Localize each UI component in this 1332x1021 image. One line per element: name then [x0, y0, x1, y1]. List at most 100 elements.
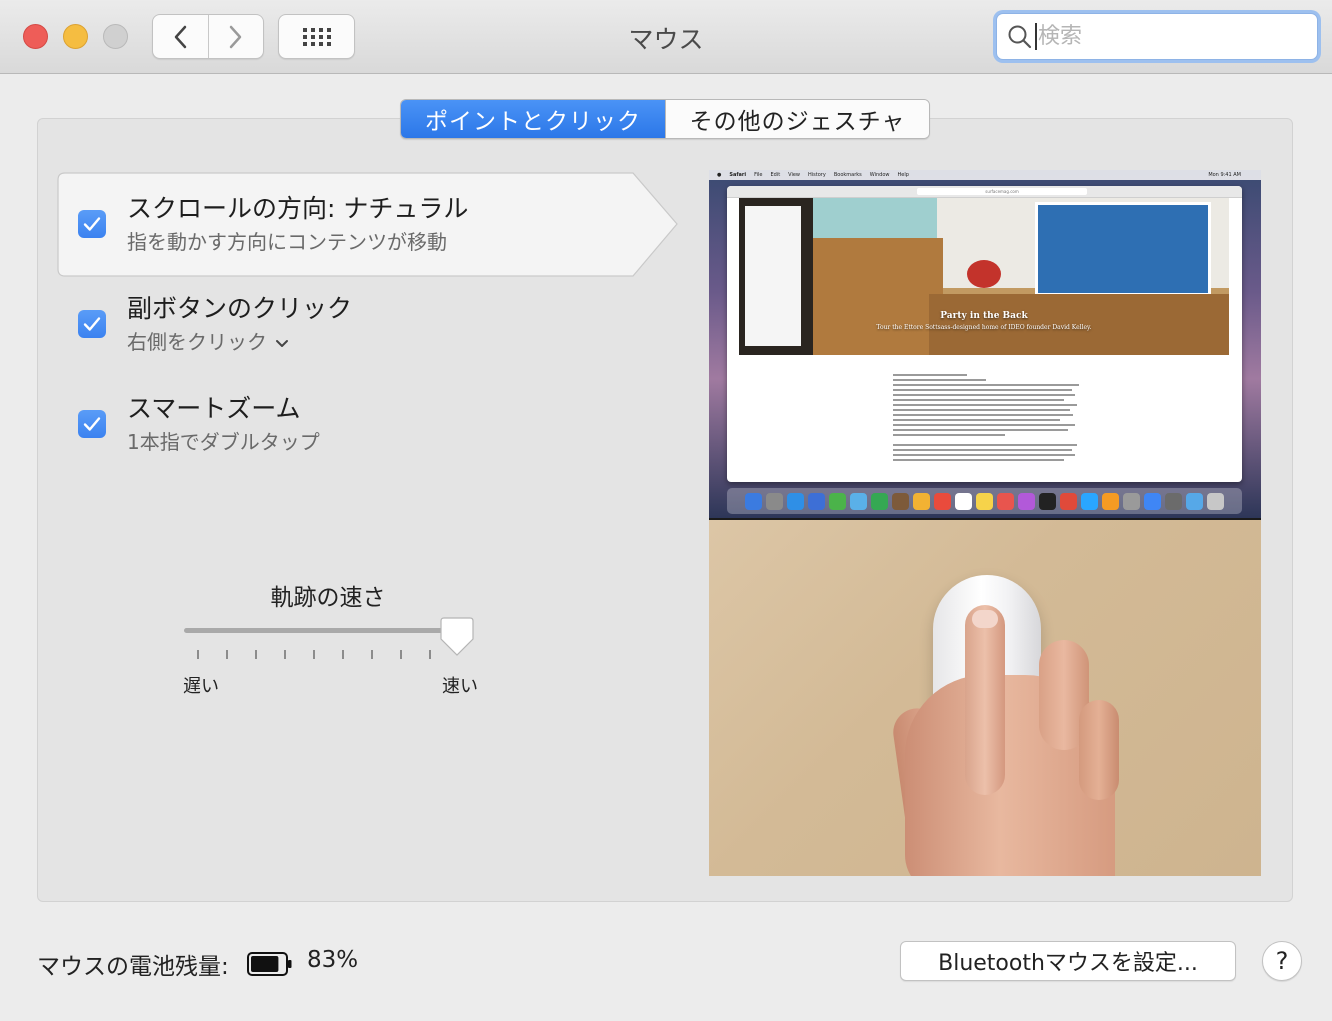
setup-bluetooth-mouse-button[interactable]: Bluetoothマウスを設定...: [900, 941, 1236, 981]
text-line: [893, 434, 1005, 436]
text-line: [893, 389, 1072, 391]
preview-headline: Party in the Back: [940, 311, 1028, 321]
text-line: [893, 379, 986, 381]
dock-app-icon: [1186, 492, 1203, 510]
dock-app-icon: [850, 492, 867, 510]
search-input[interactable]: [1038, 18, 1308, 54]
text-line: [893, 399, 1065, 401]
menubar-clock: Mon 9:41 AM: [1208, 172, 1241, 178]
text-line: [893, 384, 1079, 386]
menubar-item: View: [788, 172, 801, 178]
secondary-click-value: 右側をクリック: [127, 330, 267, 354]
search-box: [996, 13, 1318, 60]
title-bar: マウス: [0, 0, 1332, 74]
text-line: [893, 394, 1076, 396]
smart-zoom-checkbox[interactable]: [78, 410, 106, 438]
preview-dock: [727, 488, 1242, 514]
secondary-click-title: 副ボタンのクリック: [127, 294, 353, 323]
dock-app-icon: [1207, 492, 1224, 510]
menubar-item: Safari: [729, 172, 747, 178]
preview-hero-image: Party in the Back Tour the Ettore Sottsa…: [739, 198, 1229, 355]
menubar-item: History: [808, 172, 826, 178]
selection-bubble: [57, 172, 678, 277]
dock-app-icon: [808, 492, 825, 510]
dock-app-icon: [871, 492, 888, 510]
text-line: [893, 459, 1065, 461]
text-line: [893, 404, 1078, 406]
slider-tick: [342, 650, 344, 659]
scroll-direction-subtitle: 指を動かす方向にコンテンツが移動: [127, 230, 447, 254]
dock-app-icon: [1081, 492, 1098, 510]
close-window-button[interactable]: [23, 24, 48, 49]
dock-app-icon: [1144, 492, 1161, 510]
scroll-direction-title: スクロールの方向: ナチュラル: [127, 194, 469, 223]
tab-more-gestures[interactable]: その他のジェスチャ: [665, 100, 929, 138]
menubar-item: Bookmarks: [833, 172, 862, 178]
text-line: [893, 424, 1076, 426]
slider-max-label: 速い: [442, 676, 478, 697]
chevron-left-icon: [175, 25, 187, 48]
preview-browser-toolbar: surfacemag.com: [727, 186, 1242, 198]
scroll-direction-checkbox[interactable]: [78, 210, 106, 238]
preview-subheadline: Tour the Ettore Sottsass-designed home o…: [876, 324, 1092, 331]
option-scroll-direction[interactable]: スクロールの方向: ナチュラル 指を動かす方向にコンテンツが移動: [57, 172, 678, 277]
dock-app-icon: [913, 492, 930, 510]
text-line: [893, 409, 1070, 411]
gesture-preview-video: ● Safari File Edit View History Bookmark…: [709, 170, 1261, 876]
text-caret: [1035, 23, 1037, 50]
dock-app-icon: [745, 492, 762, 510]
tracking-speed-label: 軌跡の速さ: [270, 585, 386, 611]
index-finger: [965, 605, 1005, 795]
search-field[interactable]: [993, 10, 1321, 63]
battery-label: マウスの電池残量:: [37, 954, 229, 980]
dock-app-icon: [1060, 492, 1077, 510]
help-button[interactable]: ?: [1262, 941, 1302, 981]
dock-app-icon: [997, 492, 1014, 510]
preview-screen: ● Safari File Edit View History Bookmark…: [709, 170, 1261, 518]
slider-tick: [400, 650, 402, 659]
slider-tick: [429, 650, 431, 659]
tracking-speed-slider[interactable]: [184, 628, 456, 633]
dock-app-icon: [787, 492, 804, 510]
smart-zoom-title: スマートズーム: [127, 394, 301, 423]
tab-bar: ポイントとクリック その他のジェスチャ: [400, 99, 930, 139]
back-button[interactable]: [153, 15, 208, 58]
hand-finger: [1079, 700, 1119, 800]
text-line: [893, 419, 1061, 421]
menubar-item: Help: [897, 172, 909, 178]
tab-point-and-click[interactable]: ポイントとクリック: [401, 100, 665, 138]
dock-app-icon: [1018, 492, 1035, 510]
dock-app-icon: [829, 492, 846, 510]
text-line: [893, 374, 968, 376]
dock-app-icon: [976, 492, 993, 510]
preview-browser-window: surfacemag.com Party in the Back Tour th…: [727, 186, 1242, 482]
dock-app-icon: [1039, 492, 1056, 510]
checkmark-icon: [83, 217, 101, 231]
slider-tick: [197, 650, 199, 659]
apple-icon: ●: [717, 172, 722, 178]
preview-menubar: ● Safari File Edit View History Bookmark…: [709, 170, 1261, 180]
slider-ticks: [197, 650, 459, 660]
preview-url: surfacemag.com: [917, 188, 1087, 195]
menubar-item: File: [754, 172, 763, 178]
battery-icon: [247, 952, 292, 976]
slider-tick: [226, 650, 228, 659]
option-secondary-click[interactable]: 副ボタンのクリック 右側をクリック: [57, 276, 677, 380]
secondary-click-checkbox[interactable]: [78, 310, 106, 338]
dock-app-icon: [1123, 492, 1140, 510]
slider-tick: [255, 650, 257, 659]
show-all-button[interactable]: [278, 14, 355, 59]
smart-zoom-subtitle: 1本指でダブルタップ: [127, 430, 320, 454]
search-icon: [1008, 25, 1032, 49]
text-line: [893, 449, 1072, 451]
text-line: [893, 414, 1074, 416]
forward-button[interactable]: [207, 15, 264, 58]
minimize-window-button[interactable]: [63, 24, 88, 49]
checkmark-icon: [83, 417, 101, 431]
text-line: [893, 454, 1076, 456]
menubar-item: Window: [869, 172, 890, 178]
slider-tick: [371, 650, 373, 659]
dock-app-icon: [955, 492, 972, 510]
option-smart-zoom[interactable]: スマートズーム 1本指でダブルタップ: [57, 376, 677, 480]
secondary-click-popup[interactable]: 右側をクリック: [127, 326, 289, 355]
